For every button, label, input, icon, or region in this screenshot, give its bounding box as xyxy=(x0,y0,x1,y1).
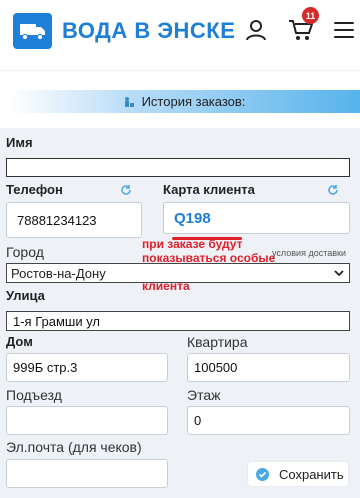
person-icon xyxy=(124,96,134,107)
phone-input[interactable]: 78881234123 xyxy=(6,202,142,238)
street-input[interactable]: 1-я Грамши ул xyxy=(6,311,350,331)
header: ВОДА В ЭНСКЕ 11 xyxy=(0,0,360,68)
entrance-label: Подъезд xyxy=(6,387,62,403)
truck-icon xyxy=(19,24,45,41)
email-input[interactable] xyxy=(6,459,168,488)
cart-count-badge: 11 xyxy=(302,7,319,24)
refresh-icon[interactable] xyxy=(120,184,132,196)
check-icon xyxy=(256,467,269,481)
city-select[interactable]: Ростов-на-Дону xyxy=(6,263,350,283)
menu-icon[interactable] xyxy=(334,22,354,38)
city-label: Город xyxy=(6,244,44,260)
floor-input[interactable]: 0 xyxy=(187,406,350,435)
email-label: Эл.почта (для чеков) xyxy=(6,439,142,455)
house-input[interactable]: 999Б стр.3 xyxy=(6,353,168,382)
street-label: Улица xyxy=(6,288,45,303)
apartment-label: Квартира xyxy=(187,334,248,350)
delivery-terms-link[interactable]: условия доставки xyxy=(272,248,346,258)
save-button[interactable]: Сохранить xyxy=(248,462,348,486)
user-icon[interactable] xyxy=(244,18,268,42)
house-label: Дом xyxy=(6,334,33,349)
chevron-down-icon xyxy=(334,270,344,277)
client-card-label: Карта клиента xyxy=(163,182,255,197)
order-history-label: История заказов: xyxy=(141,94,246,109)
header-divider xyxy=(0,70,360,71)
entrance-input[interactable] xyxy=(6,406,168,435)
apartment-input[interactable]: 100500 xyxy=(187,353,350,382)
logo[interactable] xyxy=(13,13,52,49)
city-select-value: Ростов-на-Дону xyxy=(11,265,106,281)
floor-label: Этаж xyxy=(187,387,221,403)
name-label: Имя xyxy=(6,135,33,150)
phone-label: Телефон xyxy=(6,182,63,197)
order-history-bar[interactable]: История заказов: xyxy=(8,90,360,113)
save-button-label: Сохранить xyxy=(279,466,344,482)
name-input[interactable] xyxy=(6,158,350,177)
brand-title[interactable]: ВОДА В ЭНСКЕ xyxy=(62,18,235,44)
refresh-icon[interactable] xyxy=(327,184,339,196)
client-card-input[interactable]: Q198 xyxy=(163,202,350,234)
